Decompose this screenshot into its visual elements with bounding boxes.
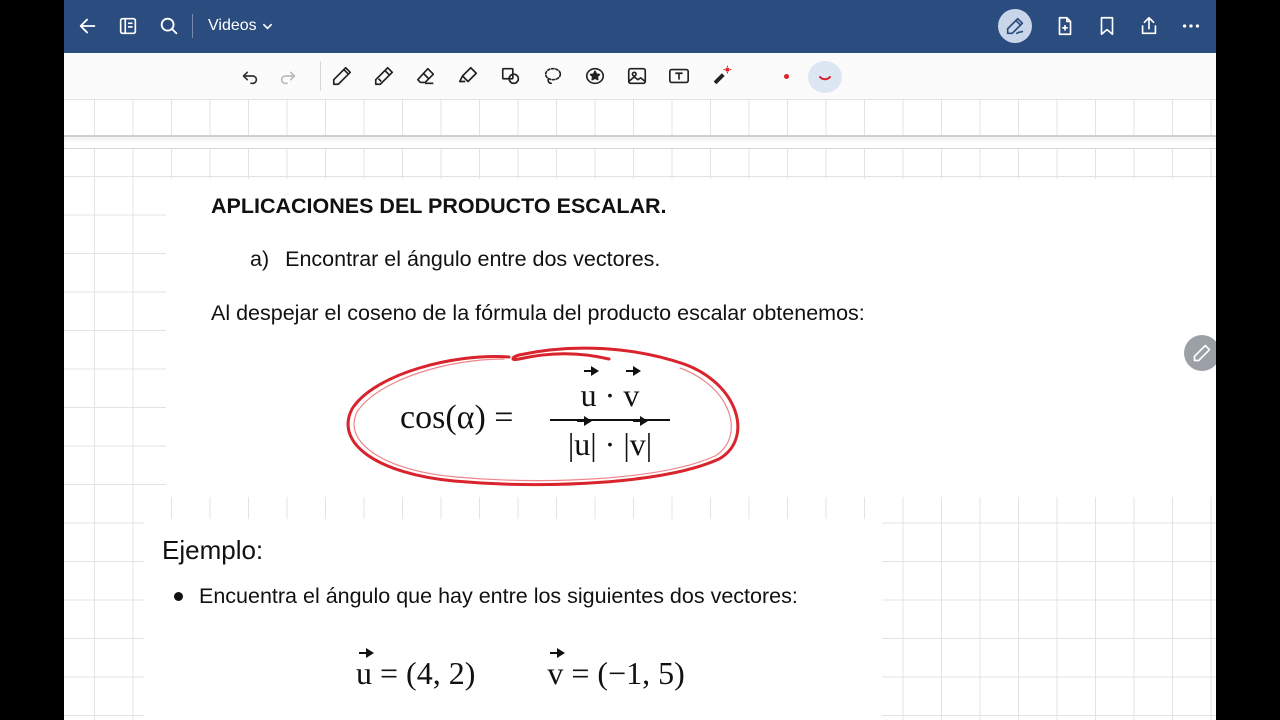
notebook-list-icon[interactable] <box>112 10 144 42</box>
list-item-text: Encontrar el ángulo entre dos vectores. <box>285 247 661 271</box>
text-box-icon[interactable] <box>667 64 691 88</box>
nav-divider <box>192 14 193 38</box>
notebook-title: Videos <box>208 17 257 34</box>
list-item-a: a) Encontrar el ángulo entre dos vectore… <box>250 247 660 272</box>
eraser-icon[interactable] <box>414 64 438 88</box>
pen-stroke-swatch <box>819 76 831 81</box>
add-page-icon[interactable] <box>1049 10 1081 42</box>
intro-text: Al despejar el coseno de la fórmula del … <box>211 301 865 325</box>
sticker-icon[interactable] <box>583 64 607 88</box>
vector-v-value: = (−1, 5) <box>563 655 685 691</box>
lasso-icon[interactable] <box>541 64 565 88</box>
pen-color-selected[interactable] <box>808 61 842 93</box>
pencil-icon[interactable] <box>372 64 396 88</box>
example-title: Ejemplo: <box>162 535 264 565</box>
share-icon[interactable] <box>1133 10 1165 42</box>
top-navigation-bar: Videos <box>64 0 1216 53</box>
floating-edit-button[interactable] <box>1184 335 1216 371</box>
vector-u-value: = (4, 2) <box>372 655 476 691</box>
search-icon[interactable] <box>153 10 185 42</box>
image-icon[interactable] <box>625 64 649 88</box>
notes-app: Videos APLICACIONES DEL PRODUCTO ESCALAR… <box>64 0 1216 720</box>
pen-icon[interactable] <box>330 64 354 88</box>
more-icon[interactable] <box>1175 10 1207 42</box>
note-canvas[interactable]: APLICACIONES DEL PRODUCTO ESCALAR. a) En… <box>64 99 1216 720</box>
vector-definitions: u = (4, 2) v = (−1, 5) <box>356 648 685 692</box>
pen-color-dot[interactable] <box>784 74 789 79</box>
highlighter-icon[interactable] <box>456 64 480 88</box>
bullet-dot <box>174 592 183 601</box>
drawing-toolbar <box>64 53 1216 99</box>
example-bullet-item: Encuentra el ángulo que hay entre los si… <box>174 584 798 609</box>
laser-pointer-icon[interactable] <box>709 64 733 88</box>
toolbar-separator <box>320 61 321 91</box>
example-bullet-text: Encuentra el ángulo que hay entre los si… <box>199 584 798 608</box>
chevron-down-icon <box>262 23 272 30</box>
redo-icon[interactable] <box>276 64 300 88</box>
pencil-edit-icon <box>1193 344 1211 362</box>
notebook-title-dropdown[interactable]: Videos <box>208 17 273 35</box>
back-arrow-icon[interactable] <box>72 10 104 42</box>
pen-mode-icon[interactable] <box>998 9 1032 43</box>
list-marker: a) <box>250 247 270 271</box>
section-heading: APLICACIONES DEL PRODUCTO ESCALAR. <box>211 194 667 218</box>
red-ink-circle-annotation[interactable] <box>334 339 744 494</box>
vector-v-symbol: v <box>547 648 566 691</box>
vector-u-symbol: u <box>356 648 374 691</box>
shapes-icon[interactable] <box>499 64 523 88</box>
undo-icon[interactable] <box>238 64 262 88</box>
page-divider <box>64 135 1216 149</box>
bookmark-icon[interactable] <box>1091 10 1123 42</box>
